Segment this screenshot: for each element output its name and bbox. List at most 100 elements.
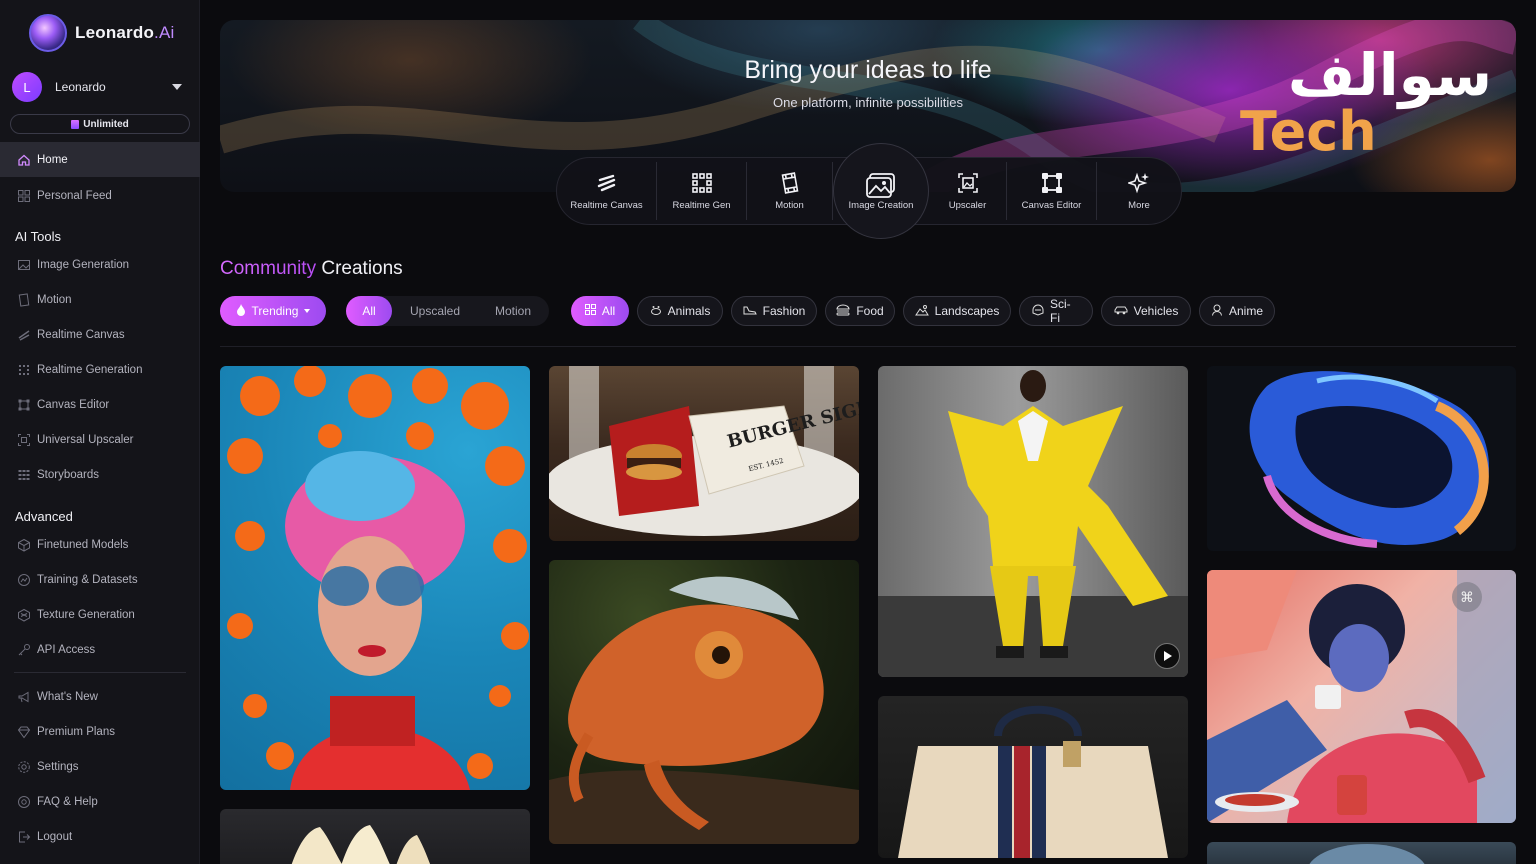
upscale-icon — [957, 172, 979, 194]
category-filter-vehicles[interactable]: Vehicles — [1101, 296, 1191, 326]
chevron-down-icon[interactable] — [172, 84, 182, 90]
category-filter-group: All Animals Fashion Food Landscapes Sci-… — [571, 296, 1275, 326]
home-icon — [16, 152, 31, 167]
sidebar-item-canvas-editor[interactable]: Canvas Editor — [0, 387, 200, 422]
community-title-rest: Creations — [321, 258, 403, 279]
sidebar-item-personal-feed[interactable]: Personal Feed — [0, 178, 200, 213]
crop-icon — [16, 397, 31, 412]
sidebar-item-faq-help[interactable]: FAQ & Help — [0, 784, 200, 819]
anime-icon — [1211, 304, 1223, 319]
key-icon — [16, 642, 31, 657]
plan-badge[interactable]: Unlimited — [10, 114, 190, 134]
tool-canvas-editor[interactable]: Canvas Editor — [1007, 162, 1097, 220]
ai-tools-heading: AI Tools — [15, 229, 62, 244]
gallery-card-orange-portrait[interactable] — [220, 366, 530, 790]
tool-label: Motion — [775, 199, 804, 211]
sidebar-item-label: Premium Plans — [37, 725, 115, 738]
sidebar-item-label: Personal Feed — [37, 189, 112, 202]
user-menu[interactable]: L Leonardo — [12, 72, 188, 102]
category-filter-animals[interactable]: Animals — [637, 296, 723, 326]
filter-label: Upscaled — [409, 304, 461, 318]
sidebar-item-realtime-generation[interactable]: Realtime Generation — [0, 352, 200, 387]
tool-realtime-gen[interactable]: Realtime Gen — [657, 162, 747, 220]
sidebar-item-label: Universal Upscaler — [37, 433, 134, 446]
gallery-card-partial[interactable] — [1207, 842, 1516, 864]
tool-label: Canvas Editor — [1021, 199, 1082, 211]
storyboard-icon — [16, 467, 31, 482]
sidebar-item-training-datasets[interactable]: Training & Datasets — [0, 562, 200, 597]
brush-icon — [16, 327, 31, 342]
sidebar-item-realtime-canvas[interactable]: Realtime Canvas — [0, 317, 200, 352]
gallery-card-handbag[interactable] — [878, 696, 1188, 858]
image-icon — [865, 172, 897, 198]
tool-upscaler[interactable]: Upscaler — [929, 162, 1007, 220]
sidebar-item-label: Training & Datasets — [37, 573, 138, 586]
help-icon — [16, 794, 31, 809]
dots-grid-icon — [16, 362, 31, 377]
sidebar-item-finetuned-models[interactable]: Finetuned Models — [0, 527, 200, 562]
sidebar-item-api-access[interactable]: API Access — [0, 632, 200, 667]
sidebar-item-image-generation[interactable]: Image Generation — [0, 247, 200, 282]
card-image — [227, 366, 529, 790]
category-filter-all[interactable]: All — [571, 296, 629, 326]
sidebar-item-storyboards[interactable]: Storyboards — [0, 457, 200, 492]
tool-realtime-canvas[interactable]: Realtime Canvas — [557, 162, 657, 220]
watermark-logo: سوالف Tech — [1236, 42, 1492, 164]
sidebar-item-motion[interactable]: Motion — [0, 282, 200, 317]
filter-label: All — [601, 304, 616, 318]
gallery-card-abstract-form[interactable] — [1207, 366, 1516, 551]
gear-icon — [16, 759, 31, 774]
sidebar-item-label: Texture Generation — [37, 608, 135, 621]
remix-button[interactable]: ⌘ — [1452, 582, 1482, 612]
filter-label: Vehicles — [1133, 304, 1179, 318]
sidebar-item-premium-plans[interactable]: Premium Plans — [0, 714, 200, 749]
sort-dropdown[interactable]: Trending — [220, 296, 326, 326]
gallery-card-yellow-suit[interactable] — [878, 366, 1188, 677]
sidebar-item-universal-upscaler[interactable]: Universal Upscaler — [0, 422, 200, 457]
gallery-card-burger-box[interactable]: BURGER SIGNORE. EST. 1452 — [549, 366, 859, 541]
tool-image-creation[interactable]: Image Creation — [833, 143, 929, 239]
category-filter-fashion[interactable]: Fashion — [731, 296, 817, 326]
sidebar-item-home[interactable]: Home — [0, 142, 200, 177]
tool-label: Realtime Canvas — [570, 199, 643, 211]
brand-name: Leonardo.Ai — [75, 23, 175, 43]
brand-logo[interactable]: Leonardo.Ai — [29, 14, 175, 52]
sidebar-item-label: FAQ & Help — [37, 795, 98, 808]
type-filter-all[interactable]: All — [346, 296, 392, 326]
grid-icon — [16, 188, 31, 203]
category-filter-sci-fi[interactable]: Sci-Fi — [1019, 296, 1093, 326]
sidebar-item-label: Storyboards — [37, 468, 100, 481]
filter-label: Animals — [667, 304, 711, 318]
sidebar-item-whats-new[interactable]: What's New — [0, 679, 200, 714]
watermark-tech: Tech — [1240, 100, 1377, 163]
tool-more[interactable]: More — [1097, 162, 1181, 220]
cube-icon — [16, 537, 31, 552]
card-image — [1249, 371, 1490, 548]
category-filter-landscapes[interactable]: Landscapes — [903, 296, 1011, 326]
sidebar-item-label: API Access — [37, 643, 96, 656]
chevron-down-icon — [304, 309, 311, 313]
diamond-icon — [16, 724, 31, 739]
film-icon — [16, 292, 31, 307]
category-filter-food[interactable]: Food — [825, 296, 895, 326]
filter-label: All — [362, 304, 376, 318]
category-filter-anime[interactable]: Anime — [1199, 296, 1275, 326]
gallery-card-anime-girl[interactable]: ⌘ — [1207, 570, 1516, 823]
upscale-icon — [16, 432, 31, 447]
type-filter-motion[interactable]: Motion — [478, 296, 548, 326]
sidebar-item-logout[interactable]: Logout — [0, 819, 200, 854]
type-filter-upscaled[interactable]: Upscaled — [392, 296, 478, 326]
filter-label: Anime — [1229, 304, 1264, 318]
grid-icon — [584, 304, 596, 318]
card-image — [1309, 844, 1425, 864]
sidebar-item-settings[interactable]: Settings — [0, 749, 200, 784]
tool-motion[interactable]: Motion — [747, 162, 833, 220]
play-button[interactable] — [1154, 643, 1180, 669]
gallery-card-cream-dessert[interactable] — [220, 809, 530, 864]
sidebar-item-label: Home — [37, 153, 68, 166]
card-image — [291, 825, 431, 864]
gallery-card-chameleon[interactable] — [549, 560, 859, 844]
plan-label: Unlimited — [83, 118, 129, 130]
sidebar-item-texture-generation[interactable]: Texture Generation — [0, 597, 200, 632]
token-icon — [71, 119, 80, 129]
